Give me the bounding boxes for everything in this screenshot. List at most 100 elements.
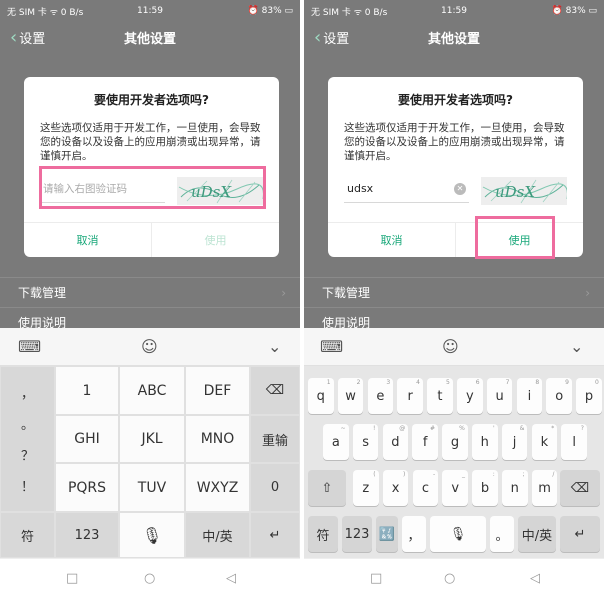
voice-key[interactable]: 🎙 — [430, 516, 486, 552]
key-x[interactable]: x) — [382, 470, 409, 506]
key-f[interactable]: f # — [412, 424, 438, 460]
key-v[interactable]: v _ — [442, 470, 468, 506]
key-label: c — [421, 480, 429, 496]
settings-item-downloads[interactable]: 下载管理 › — [304, 277, 604, 307]
key-label: y — [465, 388, 474, 404]
language-switch-key[interactable]: 中/英 — [518, 516, 556, 552]
key-g[interactable]: g% — [442, 424, 468, 460]
recents-icon[interactable]: □ — [66, 571, 78, 586]
key-label: MNO — [200, 431, 235, 447]
key-q[interactable]: q1 — [308, 378, 334, 414]
enter-key[interactable]: ↵ — [560, 516, 600, 552]
captcha-text: uDsX — [495, 183, 536, 201]
key-1[interactable]: 1 — [55, 366, 119, 415]
language-switch-key[interactable]: 中/英 — [185, 512, 250, 558]
home-icon[interactable]: ○ — [444, 571, 455, 586]
key-b[interactable]: b: — [472, 470, 498, 506]
key-u[interactable]: u7 — [486, 378, 513, 414]
shift-key[interactable]: ⇧ — [308, 470, 346, 506]
key-j[interactable]: j & — [501, 424, 528, 460]
backspace-key[interactable]: ⌫ — [250, 366, 300, 415]
key-tuv[interactable]: TUV — [119, 463, 185, 512]
key-ghi[interactable]: GHI — [55, 415, 119, 463]
key-c[interactable]: c- — [412, 470, 439, 506]
key-h[interactable]: h ' — [472, 424, 498, 460]
emoji-keyboard-key[interactable]: 🔣 — [376, 516, 398, 552]
key-i[interactable]: i8 — [516, 378, 543, 414]
key-label: 中/英 — [521, 528, 553, 544]
retype-key[interactable]: 重输 — [250, 415, 300, 463]
key-s[interactable]: s! — [352, 424, 379, 460]
emoji-icon[interactable]: ☺ — [141, 337, 158, 356]
captcha-input[interactable]: udsx ✕ — [344, 175, 469, 203]
key-w[interactable]: w2 — [337, 378, 364, 414]
enter-icon: ↵ — [269, 527, 281, 543]
key-exclaim[interactable]: ！ — [21, 476, 34, 495]
numeric-key[interactable]: 123 — [342, 516, 372, 552]
key-label: h — [480, 434, 489, 450]
navigation-bar: □ ○ ◁ — [304, 558, 604, 600]
status-bar: 无 SIM 卡 ᯤ 0 B/s 11:59 ⏰ 83% ▭ — [0, 0, 300, 22]
cancel-button[interactable]: 取消 — [328, 223, 455, 257]
back-nav-icon[interactable]: ◁ — [530, 571, 540, 586]
key-wxyz[interactable]: WXYZ — [185, 463, 250, 512]
backspace-key[interactable]: ⌫ — [560, 470, 600, 506]
key-label: TUV — [137, 479, 167, 496]
home-icon[interactable]: ○ — [144, 571, 155, 586]
key-label: x — [391, 480, 400, 496]
chevron-down-icon[interactable]: ⌄ — [268, 337, 281, 356]
key-label: m — [538, 480, 551, 496]
key-d[interactable]: d @ — [382, 424, 409, 460]
clear-icon[interactable]: ✕ — [454, 183, 466, 195]
key-t[interactable]: t5 — [427, 378, 453, 414]
backspace-icon: ⌫ — [265, 383, 285, 398]
key-period[interactable]: 。 — [21, 414, 34, 433]
key-def[interactable]: DEF — [185, 366, 250, 415]
key-hint: ) — [403, 471, 406, 478]
key-label: o — [555, 388, 564, 404]
highlight-box-use-button — [475, 216, 555, 259]
battery-text: ⏰ 83% ▭ — [551, 6, 597, 16]
key-a[interactable]: a ~ — [323, 424, 349, 460]
clock: 11:59 — [441, 6, 467, 16]
numeric-key[interactable]: 123 — [55, 512, 119, 558]
key-label: s — [362, 434, 369, 450]
key-abc[interactable]: ABC — [119, 366, 185, 415]
key-hint: ' — [492, 425, 495, 432]
key-o[interactable]: o9 — [546, 378, 572, 414]
key-pqrs[interactable]: PQRS — [55, 463, 119, 512]
key-question[interactable]: ？ — [21, 445, 34, 464]
settings-item-downloads[interactable]: 下载管理 › — [0, 277, 300, 307]
key-comma[interactable]: ， — [21, 383, 34, 402]
key-period[interactable]: 。 — [490, 516, 514, 552]
key-p[interactable]: p0 — [576, 378, 602, 414]
key-mno[interactable]: MNO — [185, 415, 250, 463]
recents-icon[interactable]: □ — [370, 571, 382, 586]
captcha-image[interactable]: uDsX — [481, 177, 567, 205]
key-k[interactable]: k * — [531, 424, 558, 460]
chevron-down-icon[interactable]: ⌄ — [570, 337, 583, 356]
key-m[interactable]: m / — [531, 470, 558, 506]
key-e[interactable]: e3 — [367, 378, 394, 414]
enter-key[interactable]: ↵ — [250, 512, 300, 558]
cancel-button[interactable]: 取消 — [24, 223, 151, 257]
key-comma[interactable]: ， — [402, 516, 426, 552]
keyboard-icon[interactable]: ⌨ — [320, 337, 343, 356]
key-hint: 4 — [416, 379, 420, 386]
voice-key[interactable]: 🎙 — [119, 512, 185, 558]
key-0[interactable]: 0 — [250, 463, 300, 512]
use-button[interactable]: 使用 — [151, 223, 279, 257]
clock: 11:59 — [137, 6, 163, 16]
key-y[interactable]: y6 — [457, 378, 483, 414]
symbol-key[interactable]: 符 — [0, 512, 55, 558]
key-label: ⌫ — [570, 480, 590, 496]
key-z[interactable]: z( — [353, 470, 379, 506]
key-r[interactable]: r4 — [397, 378, 423, 414]
back-nav-icon[interactable]: ◁ — [226, 571, 236, 586]
key-jkl[interactable]: JKL — [119, 415, 185, 463]
emoji-icon[interactable]: ☺ — [442, 337, 459, 356]
key-l[interactable]: l? — [561, 424, 587, 460]
key-n[interactable]: n; — [502, 470, 528, 506]
symbol-key[interactable]: 符 — [308, 516, 338, 552]
keyboard-icon[interactable]: ⌨ — [18, 337, 41, 356]
